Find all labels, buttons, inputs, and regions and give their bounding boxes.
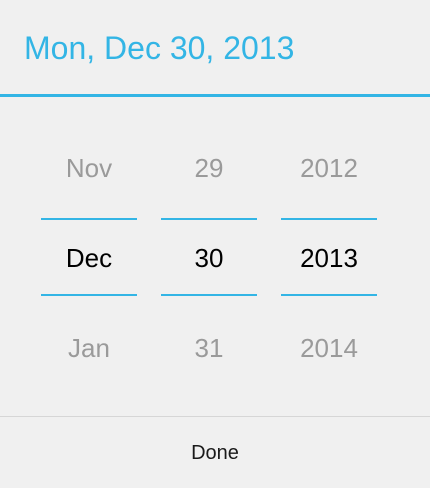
day-picker[interactable]: 29 30 31 <box>161 130 257 390</box>
month-current[interactable]: Dec <box>41 228 137 288</box>
selection-divider-top <box>161 218 257 220</box>
month-picker[interactable]: Nov Dec Jan <box>41 130 137 390</box>
selection-divider-bottom <box>161 294 257 296</box>
selection-divider-top <box>281 218 377 220</box>
day-prev[interactable]: 29 <box>161 138 257 198</box>
date-picker-dialog: Mon, Dec 30, 2013 Nov Dec Jan 29 30 31 2… <box>0 0 430 488</box>
year-current[interactable]: 2013 <box>281 228 377 288</box>
year-prev[interactable]: 2012 <box>281 138 377 198</box>
year-next[interactable]: 2014 <box>281 318 377 378</box>
day-next[interactable]: 31 <box>161 318 257 378</box>
dialog-title: Mon, Dec 30, 2013 <box>24 30 295 66</box>
title-divider <box>0 94 430 97</box>
month-next[interactable]: Jan <box>41 318 137 378</box>
selection-divider-bottom <box>41 294 137 296</box>
month-prev[interactable]: Nov <box>41 138 137 198</box>
day-current[interactable]: 30 <box>161 228 257 288</box>
done-button[interactable]: Done <box>0 417 430 488</box>
selection-divider-bottom <box>281 294 377 296</box>
year-picker[interactable]: 2012 2013 2014 <box>281 130 377 390</box>
selection-divider-top <box>41 218 137 220</box>
